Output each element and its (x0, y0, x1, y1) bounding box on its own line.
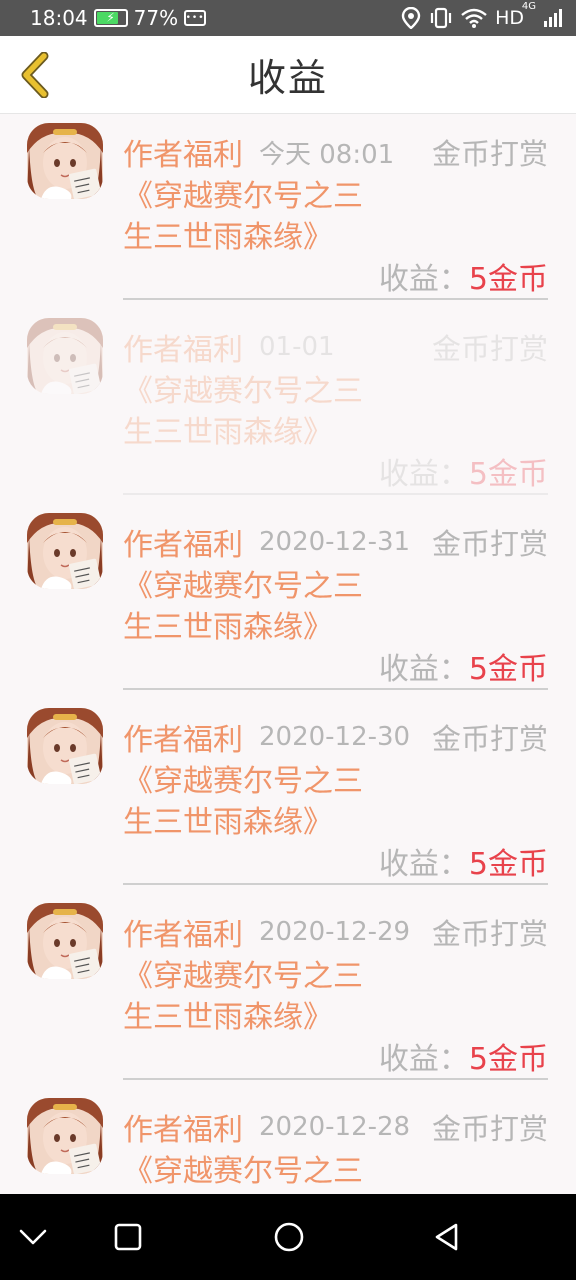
earning-amount-label: 收益： (378, 652, 469, 687)
earning-type: 金币打赏 (431, 722, 548, 756)
status-left: 18:04 ⚡ 77% ••• (30, 6, 207, 30)
back-button[interactable] (14, 50, 54, 100)
earning-label: 作者福利 (123, 138, 243, 173)
clock: 18:04 (30, 6, 88, 30)
location-icon (401, 7, 421, 29)
earning-amount: 5金币 (468, 652, 548, 687)
vibrate-icon (430, 7, 452, 29)
earning-type: 金币打赏 (431, 137, 548, 171)
avatar (27, 903, 103, 979)
earning-date: 2020-12-29 (259, 917, 411, 947)
triangle-back-icon (435, 1223, 458, 1251)
network-indicator: HD 4G (495, 1, 536, 29)
earning-header: 作者福利 2020-12-31 金币打赏 (123, 522, 548, 563)
earning-date: 01-01 (259, 332, 335, 362)
earning-content: 作者福利 2020-12-30 金币打赏 《穿越赛尔号之三生三世雨森缘》 收益：… (123, 713, 548, 885)
earning-content: 作者福利 2020-12-29 金币打赏 《穿越赛尔号之三生三世雨森缘》 收益：… (123, 908, 548, 1080)
earnings-list[interactable]: 作者福利 今天 08:01 金币打赏 《穿越赛尔号之三生三世雨森缘》 收益：5金… (0, 114, 576, 1194)
home-button[interactable] (264, 1212, 314, 1262)
navigation-bar (0, 1194, 576, 1280)
earning-item[interactable]: 作者福利 2020-12-30 金币打赏 《穿越赛尔号之三生三世雨森缘》 收益：… (0, 699, 576, 894)
earning-amount: 5金币 (468, 457, 548, 492)
hide-nav-button[interactable] (8, 1212, 58, 1262)
earning-item[interactable]: 作者福利 2020-12-28 金币打赏 《穿越赛尔号之三生三世雨森缘》 收益：… (0, 1089, 576, 1194)
status-right: HD 4G (401, 1, 562, 29)
app-header: 收益 (0, 36, 576, 114)
circle-icon (274, 1222, 304, 1252)
earning-content: 作者福利 01-01 金币打赏 《穿越赛尔号之三生三世雨森缘》 收益：5金币 (123, 323, 548, 495)
book-title: 《穿越赛尔号之三生三世雨森缘》 (123, 959, 363, 1035)
avatar (27, 708, 103, 784)
earning-amount: 5金币 (468, 1042, 548, 1077)
earning-amount-row: 收益：5金币 (379, 644, 548, 688)
avatar (27, 318, 103, 394)
book-title: 《穿越赛尔号之三生三世雨森缘》 (123, 764, 363, 840)
earning-item[interactable]: 作者福利 2020-12-31 金币打赏 《穿越赛尔号之三生三世雨森缘》 收益：… (0, 504, 576, 699)
earning-label: 作者福利 (123, 723, 243, 758)
page-title: 收益 (247, 56, 328, 100)
battery-icon: ⚡ (93, 9, 128, 27)
earning-item[interactable]: 作者福利 2020-12-29 金币打赏 《穿越赛尔号之三生三世雨森缘》 收益：… (0, 894, 576, 1089)
book-title: 《穿越赛尔号之三生三世雨森缘》 (123, 1154, 363, 1189)
message-icon: ••• (184, 10, 207, 26)
avatar (27, 513, 103, 589)
avatar (27, 123, 103, 199)
earning-content: 作者福利 2020-12-28 金币打赏 《穿越赛尔号之三生三世雨森缘》 收益：… (123, 1103, 548, 1194)
earning-amount-label: 收益： (378, 1042, 469, 1077)
earning-header: 作者福利 今天 08:01 金币打赏 (123, 132, 548, 173)
status-bar: 18:04 ⚡ 77% ••• HD 4G (0, 0, 576, 36)
signal-icon (544, 9, 562, 27)
earning-content: 作者福利 2020-12-31 金币打赏 《穿越赛尔号之三生三世雨森缘》 收益：… (123, 518, 548, 690)
earning-amount: 5金币 (468, 262, 548, 297)
earning-type: 金币打赏 (431, 527, 548, 561)
book-title: 《穿越赛尔号之三生三世雨森缘》 (123, 374, 363, 450)
chevron-left-icon (21, 52, 49, 98)
earning-amount-label: 收益： (378, 262, 469, 297)
earning-item[interactable]: 作者福利 今天 08:01 金币打赏 《穿越赛尔号之三生三世雨森缘》 收益：5金… (0, 114, 576, 309)
earning-header: 作者福利 2020-12-29 金币打赏 (123, 912, 548, 953)
chevron-down-icon (19, 1229, 47, 1245)
earning-header: 作者福利 2020-12-30 金币打赏 (123, 717, 548, 758)
earning-header: 作者福利 01-01 金币打赏 (123, 327, 548, 368)
earning-amount-row: 收益：5金币 (379, 839, 548, 883)
battery-percent: 77% (133, 6, 179, 30)
earning-type: 金币打赏 (431, 1112, 548, 1146)
earning-date: 2020-12-28 (259, 1112, 411, 1142)
earning-label: 作者福利 (123, 1113, 243, 1148)
earning-date: 2020-12-30 (259, 722, 411, 752)
charging-icon: ⚡ (106, 10, 115, 25)
network-type: 4G (521, 1, 536, 12)
recents-button[interactable] (103, 1212, 153, 1262)
earning-amount-label: 收益： (378, 847, 469, 882)
earning-date: 今天 08:01 (259, 139, 395, 170)
book-title: 《穿越赛尔号之三生三世雨森缘》 (123, 569, 363, 645)
network-label: HD (495, 7, 524, 29)
earning-label: 作者福利 (123, 528, 243, 563)
avatar (27, 1098, 103, 1174)
book-title: 《穿越赛尔号之三生三世雨森缘》 (123, 179, 363, 255)
earning-type: 金币打赏 (431, 917, 548, 951)
earning-date: 2020-12-31 (259, 527, 411, 557)
earning-label: 作者福利 (123, 918, 243, 953)
earning-amount-row: 收益：5金币 (379, 254, 548, 298)
earning-content: 作者福利 今天 08:01 金币打赏 《穿越赛尔号之三生三世雨森缘》 收益：5金… (123, 128, 548, 300)
system-back-button[interactable] (422, 1212, 472, 1262)
earning-header: 作者福利 2020-12-28 金币打赏 (123, 1107, 548, 1148)
earning-amount-row: 收益：5金币 (379, 1034, 548, 1078)
square-icon (114, 1223, 142, 1251)
earning-amount-row: 收益：5金币 (379, 449, 548, 493)
earning-label: 作者福利 (123, 333, 243, 368)
earning-type: 金币打赏 (431, 332, 548, 366)
earning-item[interactable]: 作者福利 01-01 金币打赏 《穿越赛尔号之三生三世雨森缘》 收益：5金币 (0, 309, 576, 504)
earning-amount-label: 收益： (378, 457, 469, 492)
earning-amount: 5金币 (468, 847, 548, 882)
wifi-icon (461, 8, 487, 28)
